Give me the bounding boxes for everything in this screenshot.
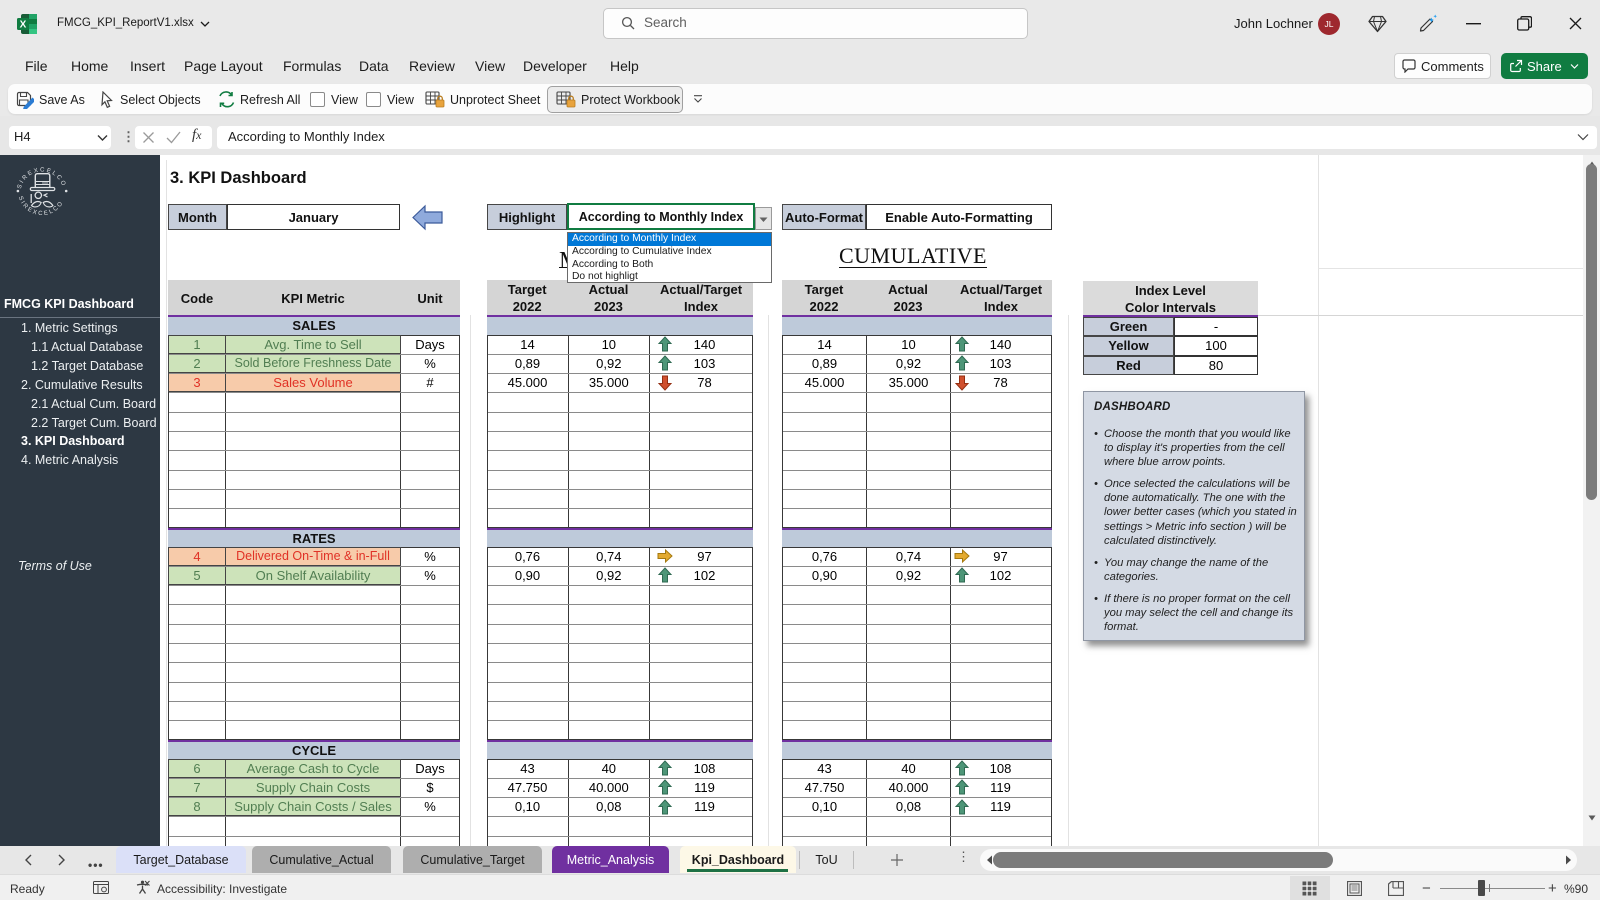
- svg-text:X: X: [20, 20, 27, 31]
- svg-text:SIREXCELCO: SIREXCELCO: [17, 167, 67, 189]
- svg-text:SIREXCELCO: SIREXCELCO: [17, 196, 66, 218]
